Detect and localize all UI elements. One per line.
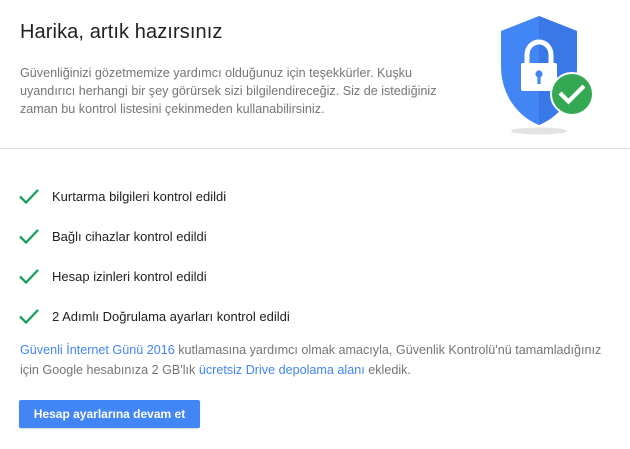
header-section: Harika, artık hazırsınız Güvenliğinizi g… <box>0 0 630 149</box>
security-checkup-complete-page: Harika, artık hazırsınız Güvenliğinizi g… <box>0 0 630 449</box>
free-drive-storage-link[interactable]: ücretsiz Drive depolama alanı <box>199 363 365 377</box>
checkmark-icon <box>19 189 39 205</box>
list-item: Bağlı cihazlar kontrol edildi <box>18 216 290 256</box>
shadow-ellipse <box>511 127 567 135</box>
list-item: Hesap izinleri kontrol edildi <box>18 256 290 296</box>
checkmark-icon <box>19 269 39 285</box>
checklist: Kurtarma bilgileri kontrol edildi Bağlı … <box>18 176 290 336</box>
checklist-item-label: Hesap izinleri kontrol edildi <box>52 268 207 284</box>
checklist-item-label: Kurtarma bilgileri kontrol edildi <box>52 188 227 204</box>
lock-keyhole-slot <box>537 75 541 84</box>
intro-text: Güvenliğinizi gözetmemize yardımcı olduğ… <box>20 66 437 116</box>
info-text-2: ekledik. <box>364 363 411 377</box>
continue-to-account-settings-button[interactable]: Hesap ayarlarına devam et <box>19 400 200 428</box>
checklist-item-label: 2 Adımlı Doğrulama ayarları kontrol edil… <box>52 308 290 324</box>
safer-internet-day-link[interactable]: Güvenli İnternet Günü 2016 <box>20 343 175 357</box>
shield-lock-check-icon <box>501 16 594 135</box>
list-item: Kurtarma bilgileri kontrol edildi <box>18 176 290 216</box>
list-item: 2 Adımlı Doğrulama ayarları kontrol edil… <box>18 296 290 336</box>
page-title: Harika, artık hazırsınız <box>20 21 223 43</box>
checklist-item-label: Bağlı cihazlar kontrol edildi <box>52 228 207 244</box>
checkmark-icon <box>19 309 39 325</box>
storage-bonus-info: Güvenli İnternet Günü 2016 kutlamasına y… <box>20 340 610 380</box>
check-badge <box>550 72 594 116</box>
checkmark-icon <box>19 229 39 245</box>
